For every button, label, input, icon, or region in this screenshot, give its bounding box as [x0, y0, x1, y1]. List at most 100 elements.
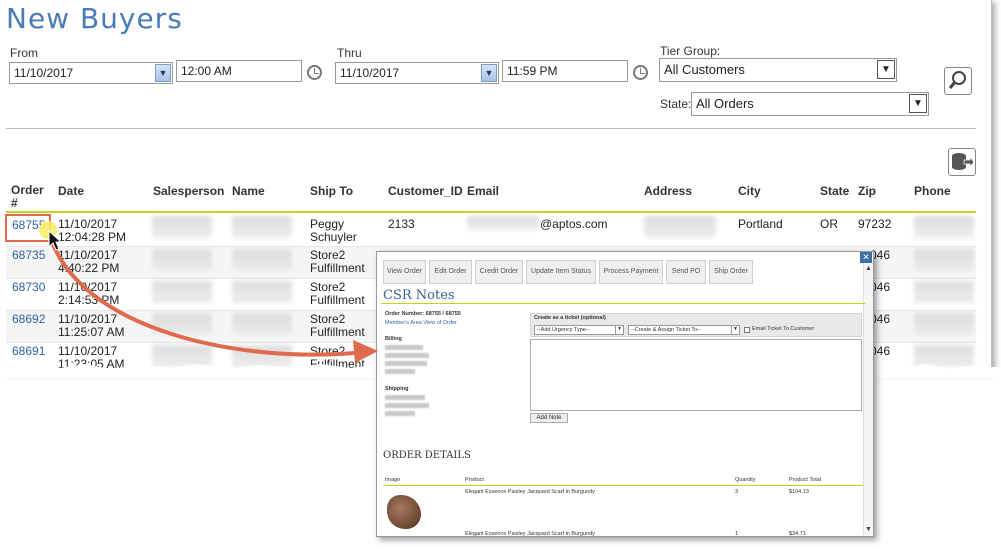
col-header-customer-id[interactable]: Customer_ID	[388, 184, 463, 198]
order-link[interactable]: 68730	[12, 281, 45, 294]
redacted-salesperson	[152, 313, 212, 335]
redacted-billing	[385, 369, 415, 374]
col-header-address[interactable]: Address	[644, 184, 692, 198]
csr-notes-title: CSR Notes	[383, 288, 455, 303]
order-link[interactable]: 68735	[12, 249, 45, 262]
customer-id: 2133	[388, 217, 415, 231]
ship-to: Peggy Schuyler	[310, 217, 357, 244]
members-area-link[interactable]: Member's Area View of Order	[385, 320, 457, 326]
order-link[interactable]: 68692	[12, 313, 45, 326]
order-date: 11/10/2017 2:14:53 PM	[58, 280, 120, 307]
od-product: Elegant Essence Paisley Jacquard Scarf i…	[465, 489, 595, 495]
redacted-shipping	[385, 395, 425, 400]
chevron-up-icon[interactable]: ▲	[865, 265, 872, 272]
city: Portland	[738, 217, 783, 231]
page-title: New Buyers	[6, 2, 183, 35]
od-total: $34.71	[789, 531, 806, 537]
chevron-down-icon[interactable]: ▼	[909, 94, 927, 113]
from-time-input[interactable]: 12:00 AM	[176, 60, 302, 82]
redacted-shipping	[385, 403, 429, 408]
order-date: 11/10/2017 4:40:22 PM	[58, 248, 120, 275]
email-domain: @aptos.com	[540, 217, 608, 231]
tab-edit-order[interactable]: Edit Order	[429, 260, 472, 284]
thru-label: Thru	[337, 46, 362, 60]
clock-icon[interactable]	[633, 65, 648, 80]
zip: 97232	[858, 217, 892, 231]
state-value: All Orders	[696, 96, 754, 111]
chevron-down-icon: ▼	[731, 326, 739, 334]
redacted-shipping	[385, 411, 415, 416]
billing-label: Billing	[385, 336, 402, 342]
redacted-name	[232, 313, 292, 335]
urgency-value: --Add Urgency Type--	[537, 327, 590, 333]
od-header-quantity: Quantity	[735, 477, 756, 483]
tab-view-order[interactable]: View Order	[383, 260, 426, 284]
ticket-label: Create as a ticket (optional)	[534, 315, 606, 321]
from-label: From	[10, 46, 38, 60]
note-textarea[interactable]	[530, 339, 862, 411]
col-header-ship-to[interactable]: Ship To	[310, 184, 353, 198]
tab-process-payment[interactable]: Process Payment	[599, 260, 663, 284]
col-header-zip[interactable]: Zip	[858, 184, 876, 198]
chevron-down-icon[interactable]: ▼	[481, 64, 497, 82]
order-popup: ✕ ▲ ▼ View Order Edit Order Credit Order…	[376, 251, 874, 537]
thru-time-input[interactable]: 11:59 PM	[502, 60, 628, 82]
tab-ship-order[interactable]: Ship Order	[709, 260, 753, 284]
od-quantity: 1	[735, 531, 739, 537]
redacted-name	[232, 216, 292, 238]
state-label: State:	[660, 97, 692, 111]
tab-send-po[interactable]: Send PO	[666, 260, 706, 284]
tier-group-select[interactable]: All Customers ▼	[659, 58, 897, 82]
product-image	[387, 495, 421, 529]
email-ticket-label: Email Ticket To Customer	[752, 326, 815, 332]
ship-to: Store2 Fulfillment	[310, 312, 365, 339]
od-quantity: 3	[735, 489, 739, 495]
col-header-salesperson[interactable]: Salesperson	[153, 184, 224, 198]
tab-update-item-status[interactable]: Update Item Status	[526, 260, 596, 284]
divider	[6, 128, 976, 129]
col-header-email[interactable]: Email	[467, 184, 499, 198]
col-header-name[interactable]: Name	[232, 184, 265, 198]
shipping-label: Shipping	[385, 386, 409, 392]
add-note-button[interactable]: Add Note	[530, 413, 568, 423]
export-button[interactable]	[948, 148, 976, 176]
order-date: 11/10/2017 12:04:28 PM	[58, 217, 127, 244]
ship-to: Store2 Fulfillment	[310, 248, 365, 275]
search-button[interactable]	[944, 67, 972, 95]
redacted-phone	[914, 216, 974, 238]
od-header-product: Product	[465, 477, 484, 483]
od-total: $104.13	[789, 489, 809, 495]
assign-ticket-select[interactable]: --Create & Assign Ticket To-- ▼	[628, 325, 740, 335]
redacted-name	[232, 249, 292, 271]
redacted-address	[644, 216, 716, 238]
redacted-salesperson	[152, 216, 212, 238]
from-date-value: 11/10/2017	[14, 66, 74, 80]
urgency-select[interactable]: --Add Urgency Type-- ▼	[534, 325, 624, 335]
col-header-phone[interactable]: Phone	[914, 184, 951, 198]
chevron-down-icon[interactable]: ▼	[877, 60, 895, 79]
email-ticket-checkbox[interactable]	[744, 327, 750, 333]
tab-credit-order[interactable]: Credit Order	[475, 260, 523, 284]
col-header-date[interactable]: Date	[58, 184, 84, 198]
search-icon	[948, 71, 966, 89]
thru-date-picker[interactable]: 11/10/2017 ▼	[335, 62, 499, 84]
ship-to: Store2 Fulfillment	[310, 280, 365, 307]
assign-value: --Create & Assign Ticket To--	[631, 327, 701, 333]
col-header-state[interactable]: State	[820, 184, 849, 198]
col-header-city[interactable]: City	[738, 184, 761, 198]
order-number: Order Number: 68755 / 68755	[385, 311, 461, 317]
redacted-phone	[914, 281, 974, 303]
redacted-billing	[385, 345, 423, 350]
clock-icon[interactable]	[307, 65, 322, 80]
chevron-down-icon[interactable]: ▼	[865, 526, 872, 533]
col-header-order[interactable]: Order #	[11, 184, 44, 210]
chevron-down-icon[interactable]: ▼	[155, 64, 171, 82]
order-highlight-box	[5, 214, 51, 242]
od-underline	[383, 485, 863, 486]
state-select[interactable]: All Orders ▼	[691, 92, 929, 116]
header-underline	[6, 211, 976, 213]
redacted-salesperson	[152, 249, 212, 271]
close-icon[interactable]: ✕	[860, 252, 872, 263]
od-product: Elegant Essence Paisley Jacquard Scarf i…	[465, 531, 595, 537]
from-date-picker[interactable]: 11/10/2017 ▼	[9, 62, 173, 84]
